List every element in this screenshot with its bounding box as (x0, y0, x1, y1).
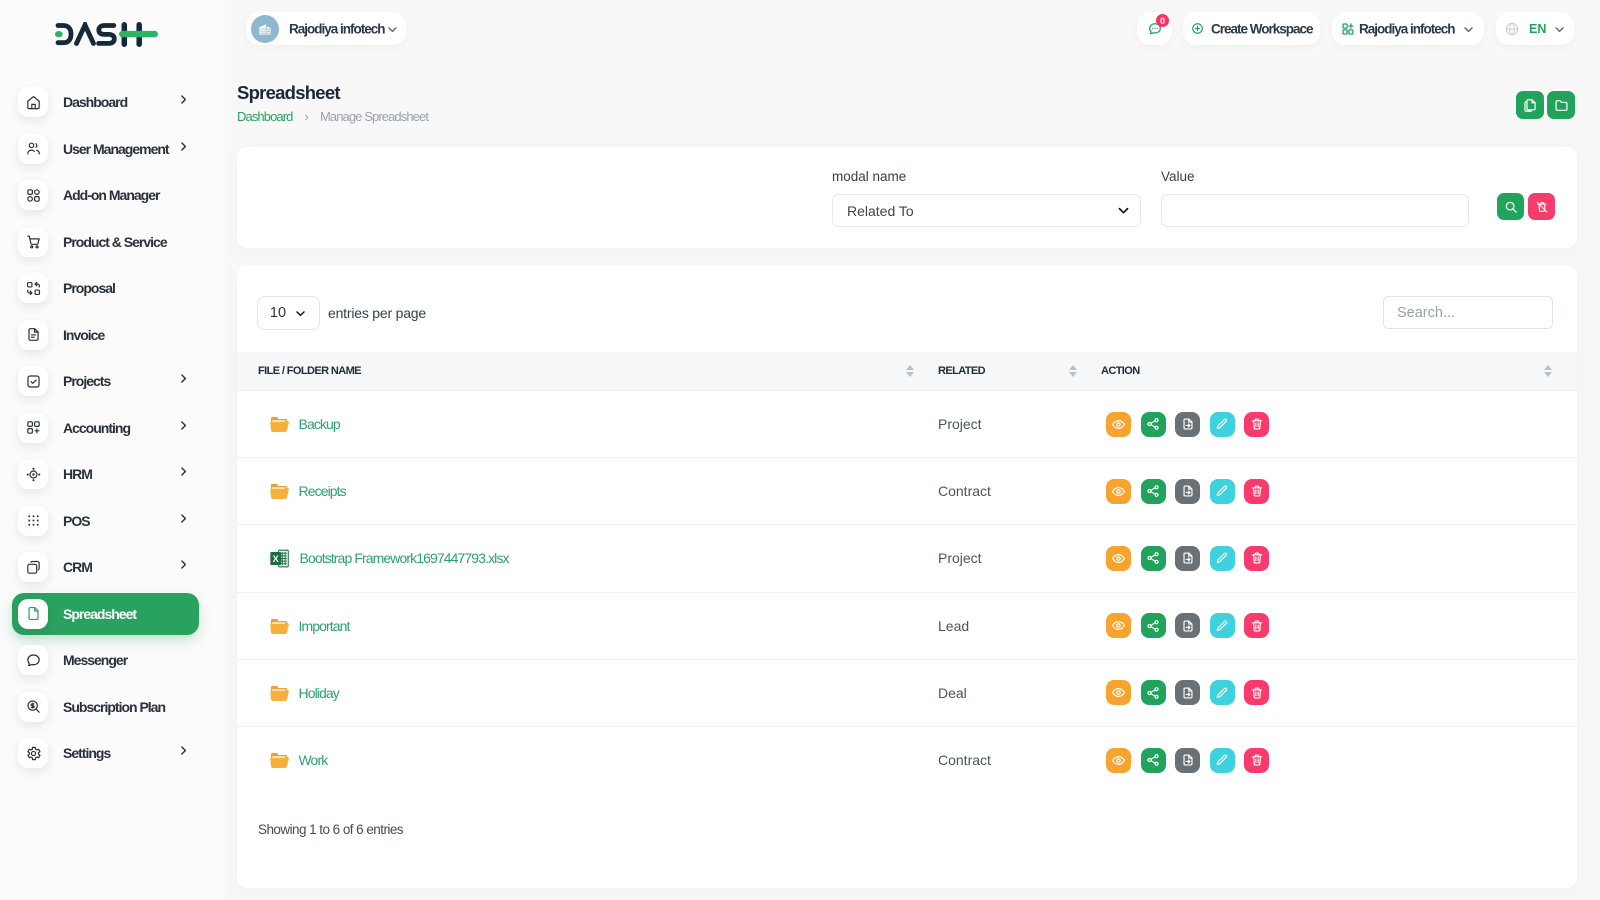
svg-text:X: X (272, 554, 279, 564)
